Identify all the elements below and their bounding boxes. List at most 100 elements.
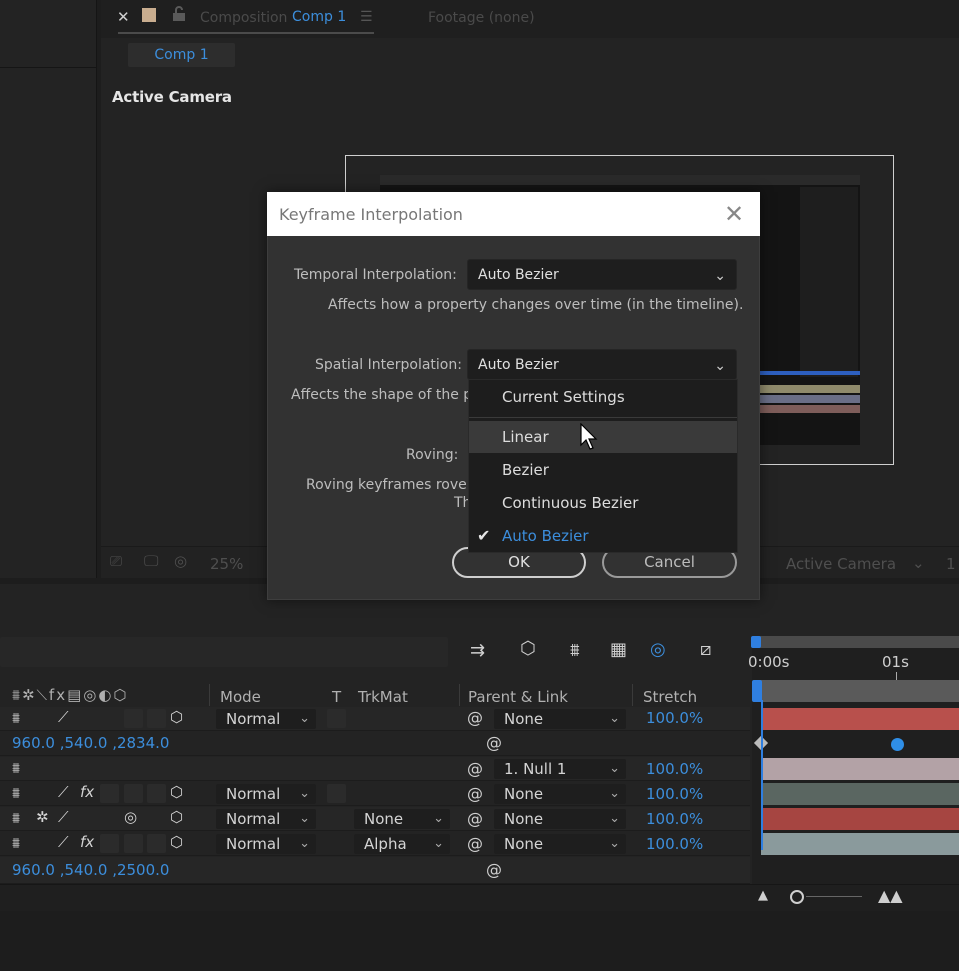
fx-icon[interactable]: fx (80, 833, 94, 851)
layer-duration-bar[interactable] (761, 783, 959, 805)
chevron-down-icon: ⌄ (299, 836, 310, 851)
collapse-icon[interactable]: ✲ (36, 808, 49, 826)
quality-icon[interactable]: ⟋ (58, 808, 69, 826)
close-icon[interactable]: ✕ (724, 200, 744, 228)
shy-icon[interactable]: ⩩ (12, 709, 20, 727)
pick-whip-icon[interactable]: @ (467, 834, 483, 853)
shy-icon[interactable]: ⩩ (12, 759, 20, 777)
mode-dropdown[interactable]: Normal ⌄ (216, 784, 316, 804)
layer-row[interactable] (0, 707, 750, 731)
stretch-value[interactable]: 100.0% (646, 835, 703, 853)
stretch-value[interactable]: 100.0% (646, 810, 703, 828)
layer-duration-bar[interactable] (761, 833, 959, 855)
close-tab-icon[interactable]: ✕ (117, 8, 130, 26)
monitor-icon[interactable]: 🖵 (144, 552, 158, 570)
pick-whip-icon[interactable]: @ (467, 784, 483, 803)
spatial-interpolation-select[interactable]: Auto Bezier ⌄ (467, 349, 737, 380)
mode-dropdown[interactable]: Normal ⌄ (216, 809, 316, 829)
parent-link-column-header[interactable]: Parent & Link (468, 688, 568, 706)
trkmat-column-header[interactable]: TrkMat (358, 688, 408, 706)
shy-icon[interactable]: ⩩ (12, 784, 20, 802)
shy-layers-icon[interactable]: ⩩ (570, 640, 580, 661)
mode-dropdown[interactable]: Normal ⌄ (216, 709, 316, 729)
composition-tab-name[interactable]: Comp 1 (292, 9, 346, 25)
chevron-down-icon: ⌄ (299, 786, 310, 801)
trkmat-dropdown[interactable]: None ⌄ (354, 809, 450, 829)
frame-blending-icon[interactable]: ▦ (610, 639, 627, 660)
pick-whip-icon[interactable]: @ (486, 733, 502, 752)
quality-icon[interactable]: ⟋ (58, 833, 69, 851)
views-count[interactable]: 1 (946, 555, 956, 573)
layer-duration-bar[interactable] (761, 808, 959, 830)
menu-item-linear[interactable]: Linear (469, 421, 737, 453)
fx-icon[interactable]: fx (80, 783, 94, 801)
position-value[interactable]: 960.0 ,540.0 ,2500.0 (12, 861, 169, 879)
3d-layer-icon[interactable]: ⬡ (170, 833, 183, 851)
zoom-out-icon[interactable]: ▲ (758, 888, 768, 903)
time-ruler[interactable] (758, 636, 959, 648)
camera-dropdown-chevron-icon[interactable]: ⌄ (912, 554, 925, 572)
zoom-level[interactable]: 25% (210, 555, 243, 573)
display-icon[interactable]: ⎚ (110, 552, 122, 570)
chevron-down-icon: ⌄ (299, 811, 310, 826)
parent-dropdown[interactable]: None ⌄ (494, 834, 626, 854)
parent-dropdown[interactable]: None ⌄ (494, 784, 626, 804)
mode-dropdown[interactable]: Normal ⌄ (216, 834, 316, 854)
layer-row[interactable] (0, 757, 750, 781)
panel-menu-icon[interactable]: ☰ (360, 9, 373, 25)
dialog-title: Keyframe Interpolation (279, 205, 463, 224)
work-area-bar[interactable] (758, 680, 959, 702)
pick-whip-icon[interactable]: @ (486, 860, 502, 879)
zoom-slider-thumb[interactable] (790, 890, 804, 904)
3d-layer-icon[interactable]: ⬡ (170, 808, 183, 826)
shy-icon[interactable]: ⩩ (12, 834, 20, 852)
shy-icon[interactable]: ⩩ (12, 809, 20, 827)
trkmat-dropdown[interactable]: Alpha ⌄ (354, 834, 450, 854)
graph-editor-icon[interactable]: ⧄ (700, 639, 711, 660)
mode-column-header[interactable]: Mode (220, 688, 261, 706)
temporal-interpolation-select[interactable]: Auto Bezier ⌄ (467, 259, 737, 290)
chevron-down-icon: ⌄ (609, 811, 620, 826)
pick-whip-icon[interactable]: @ (467, 809, 483, 828)
quality-icon[interactable]: ⟋ (58, 708, 69, 726)
spatial-label: Spatial Interpolation: (315, 357, 462, 373)
motion-blur-icon[interactable]: ◎ (650, 639, 666, 660)
menu-item-bezier[interactable]: Bezier (469, 454, 737, 486)
footage-tab[interactable]: Footage (none) (428, 10, 535, 26)
work-area-start-handle[interactable] (752, 680, 762, 702)
mask-icon[interactable]: ◎ (174, 552, 187, 570)
t-column-header[interactable]: T (332, 688, 341, 706)
playhead-handle[interactable] (751, 636, 761, 648)
stretch-value[interactable]: 100.0% (646, 709, 703, 727)
3d-layer-icon[interactable]: ⬡ (170, 708, 183, 726)
keyframe-auto-bezier[interactable] (891, 738, 904, 751)
temporal-hint: Affects how a property changes over time… (328, 297, 744, 313)
pick-whip-icon[interactable]: @ (467, 708, 483, 727)
layer-search-input[interactable] (0, 637, 448, 667)
comp-sub-tab[interactable]: Comp 1 (128, 43, 235, 67)
zoom-in-icon[interactable]: ▲▲ (878, 886, 903, 905)
label-color-swatch[interactable] (142, 8, 156, 22)
position-value[interactable]: 960.0 ,540.0 ,2834.0 (12, 734, 169, 752)
menu-item-continuous-bezier[interactable]: Continuous Bezier (469, 487, 737, 519)
quality-icon[interactable]: ⟋ (58, 783, 69, 801)
adjustment-icon[interactable]: ◎ (124, 808, 137, 826)
pick-whip-icon[interactable]: @ (467, 759, 483, 778)
menu-item-auto-bezier[interactable]: ✔ Auto Bezier (469, 520, 737, 552)
parent-dropdown[interactable]: 1. Null 1 ⌄ (494, 759, 626, 779)
composition-tab-label[interactable]: Composition (200, 10, 287, 26)
layer-duration-bar[interactable] (761, 708, 959, 730)
stretch-value[interactable]: 100.0% (646, 785, 703, 803)
draft-3d-icon[interactable]: ⬡ (520, 638, 536, 659)
parent-dropdown[interactable]: None ⌄ (494, 809, 626, 829)
menu-item-current-settings[interactable]: Current Settings (469, 381, 737, 413)
stretch-value[interactable]: 100.0% (646, 760, 703, 778)
zoom-slider-track[interactable] (806, 896, 862, 897)
parent-dropdown[interactable]: None ⌄ (494, 709, 626, 729)
lock-icon[interactable] (172, 6, 186, 22)
camera-dropdown[interactable]: Active Camera (786, 555, 896, 573)
3d-layer-icon[interactable]: ⬡ (170, 783, 183, 801)
layer-duration-bar[interactable] (761, 758, 959, 780)
stretch-column-header[interactable]: Stretch (643, 688, 697, 706)
flowchart-icon[interactable]: ⇉ (470, 640, 485, 661)
